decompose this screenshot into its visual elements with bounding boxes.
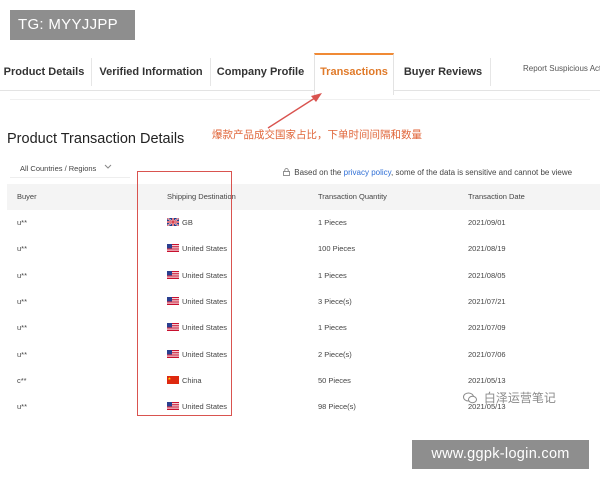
buyer-cell: u** bbox=[17, 270, 28, 280]
table-row: u** United States 1 Pieces 2021/08/05 bbox=[7, 263, 600, 289]
table-row: u** United States 2 Piece(s) 2021/07/06 bbox=[7, 342, 600, 368]
table-row: u** United States 100 Pieces 2021/08/19 bbox=[7, 236, 600, 262]
quantity-cell: 1 Pieces bbox=[318, 270, 347, 280]
wechat-watermark-text: 白泽运营笔记 bbox=[483, 391, 556, 405]
tab-verified-information[interactable]: Verified Information bbox=[94, 54, 208, 90]
chevron-down-icon bbox=[104, 164, 112, 169]
quantity-cell: 1 Pieces bbox=[318, 218, 347, 227]
buyer-cell: u** bbox=[17, 323, 28, 333]
table-header: Buyer Shipping Destination Transaction Q… bbox=[7, 184, 600, 210]
date-cell: 2021/07/06 bbox=[468, 349, 506, 359]
buyer-cell: u** bbox=[17, 218, 28, 227]
buyer-cell: u** bbox=[17, 244, 28, 254]
date-cell: 2021/07/09 bbox=[468, 323, 506, 333]
tab-company-profile[interactable]: Company Profile bbox=[212, 54, 309, 90]
annotation-text: 爆款产品成交国家占比，下单时间间隔和数量 bbox=[212, 129, 422, 141]
buyer-cell: u** bbox=[17, 402, 28, 412]
col-header-transaction-date: Transaction Date bbox=[468, 192, 525, 201]
table-row: u** United States 3 Piece(s) 2021/07/21 bbox=[7, 289, 600, 315]
page-title: Product Transaction Details bbox=[7, 131, 185, 147]
quantity-cell: 1 Pieces bbox=[318, 323, 347, 333]
date-cell: 2021/09/01 bbox=[468, 218, 506, 227]
table-row: u** United States 1 Pieces 2021/07/09 bbox=[7, 315, 600, 341]
buyer-cell: u** bbox=[17, 349, 28, 359]
divider bbox=[10, 99, 590, 100]
date-cell: 2021/08/19 bbox=[468, 244, 506, 254]
wechat-icon bbox=[463, 392, 477, 404]
privacy-prefix: Based on the bbox=[294, 168, 342, 177]
tab-bar: Product Details Verified Information Com… bbox=[0, 53, 600, 95]
col-header-buyer: Buyer bbox=[17, 192, 37, 201]
country-select-value: All Countries / Regions bbox=[20, 164, 97, 173]
tab-divider bbox=[490, 58, 491, 86]
quantity-cell: 100 Pieces bbox=[318, 244, 356, 254]
tab-product-details[interactable]: Product Details bbox=[0, 54, 88, 90]
tab-divider bbox=[210, 58, 211, 86]
buyer-cell: u** bbox=[17, 296, 28, 306]
quantity-cell: 2 Piece(s) bbox=[318, 349, 352, 359]
col-header-transaction-quantity: Transaction Quantity bbox=[318, 192, 387, 201]
quantity-cell: 50 Pieces bbox=[318, 375, 351, 385]
privacy-note: Based on the privacy policy, some of the… bbox=[283, 168, 600, 177]
tab-buyer-reviews[interactable]: Buyer Reviews bbox=[398, 54, 488, 90]
lock-icon bbox=[283, 168, 290, 176]
country-region-select[interactable]: All Countries / Regions bbox=[10, 160, 130, 178]
privacy-policy-link[interactable]: privacy policy bbox=[344, 168, 391, 177]
date-cell: 2021/07/21 bbox=[468, 296, 506, 306]
tg-badge: TG: MYYJJPP bbox=[10, 10, 135, 40]
tab-transactions[interactable]: Transactions bbox=[314, 53, 394, 95]
quantity-cell: 3 Piece(s) bbox=[318, 296, 352, 306]
tab-divider bbox=[91, 58, 92, 86]
wechat-watermark: 白泽运营笔记 bbox=[463, 389, 556, 406]
table-row: u** GB 1 Pieces 2021/09/01 bbox=[7, 210, 600, 236]
date-cell: 2021/08/05 bbox=[468, 270, 506, 280]
privacy-suffix: , some of the data is sensitive and cann… bbox=[391, 168, 573, 177]
highlight-box bbox=[137, 171, 232, 416]
report-suspicious-link[interactable]: Report Suspicious Acti bbox=[523, 54, 600, 84]
url-badge: www.ggpk-login.com bbox=[412, 440, 589, 469]
buyer-cell: c** bbox=[17, 375, 27, 385]
quantity-cell: 98 Piece(s) bbox=[318, 402, 356, 412]
